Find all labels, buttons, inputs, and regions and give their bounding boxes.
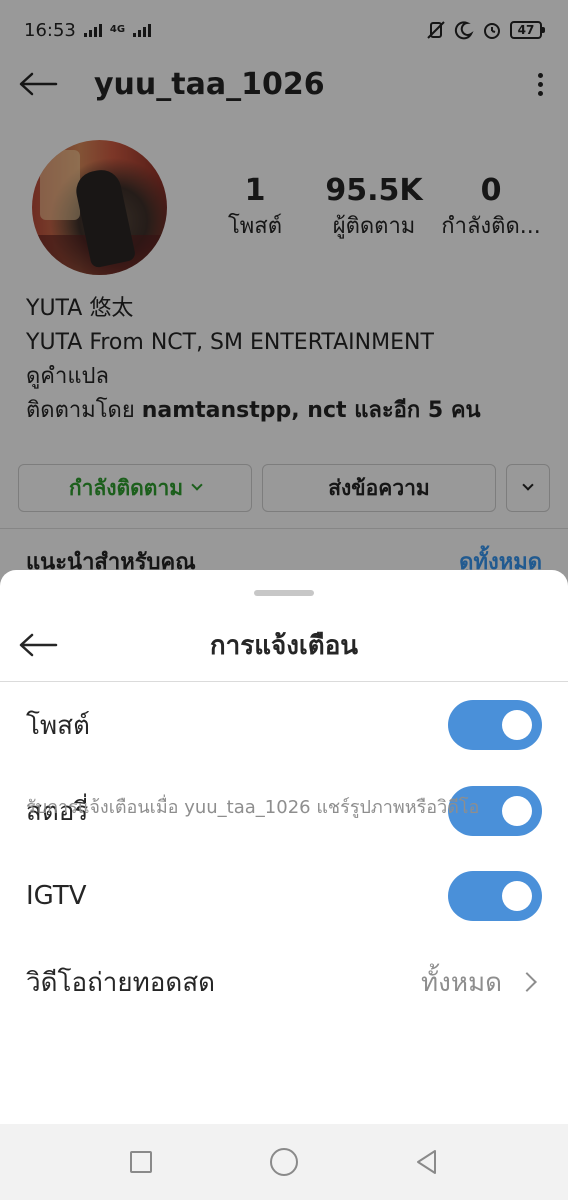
notify-igtv-label: IGTV <box>26 881 87 911</box>
sheet-footer-text: รับการแจ้งเตือนเมื่อ yuu_taa_1026 แชร์รู… <box>26 797 480 818</box>
notify-row-igtv: IGTV <box>0 861 568 931</box>
home-button[interactable] <box>264 1142 304 1182</box>
back-arrow-icon[interactable] <box>18 625 58 665</box>
sheet-drag-handle[interactable] <box>254 590 314 596</box>
back-button[interactable] <box>407 1142 447 1182</box>
notify-live-value: ทั้งหมด <box>421 967 502 998</box>
square-icon <box>130 1151 153 1173</box>
chevron-right-icon <box>517 972 537 992</box>
notify-row-posts: โพสต์ <box>0 690 568 760</box>
divider <box>0 681 568 682</box>
notify-igtv-toggle[interactable] <box>448 871 542 921</box>
recent-apps-button[interactable] <box>121 1142 161 1182</box>
system-nav-bar <box>0 1124 568 1200</box>
triangle-back-icon <box>416 1150 436 1174</box>
notifications-sheet: การแจ้งเตือน โพสต์ สตอรี่ IGTV วิดีโอถ่า… <box>0 570 568 1124</box>
circle-icon <box>269 1148 298 1176</box>
notify-row-live[interactable]: วิดีโอถ่ายทอดสด ทั้งหมด <box>0 947 568 1017</box>
sheet-header: การแจ้งเตือน <box>0 610 568 680</box>
sheet-title: การแจ้งเตือน <box>209 630 359 661</box>
notify-posts-label: โพสต์ <box>26 710 90 741</box>
notify-posts-toggle[interactable] <box>448 700 542 750</box>
notify-live-label: วิดีโอถ่ายทอดสด <box>26 967 216 998</box>
notify-live-value-wrap: ทั้งหมด <box>421 962 542 1003</box>
